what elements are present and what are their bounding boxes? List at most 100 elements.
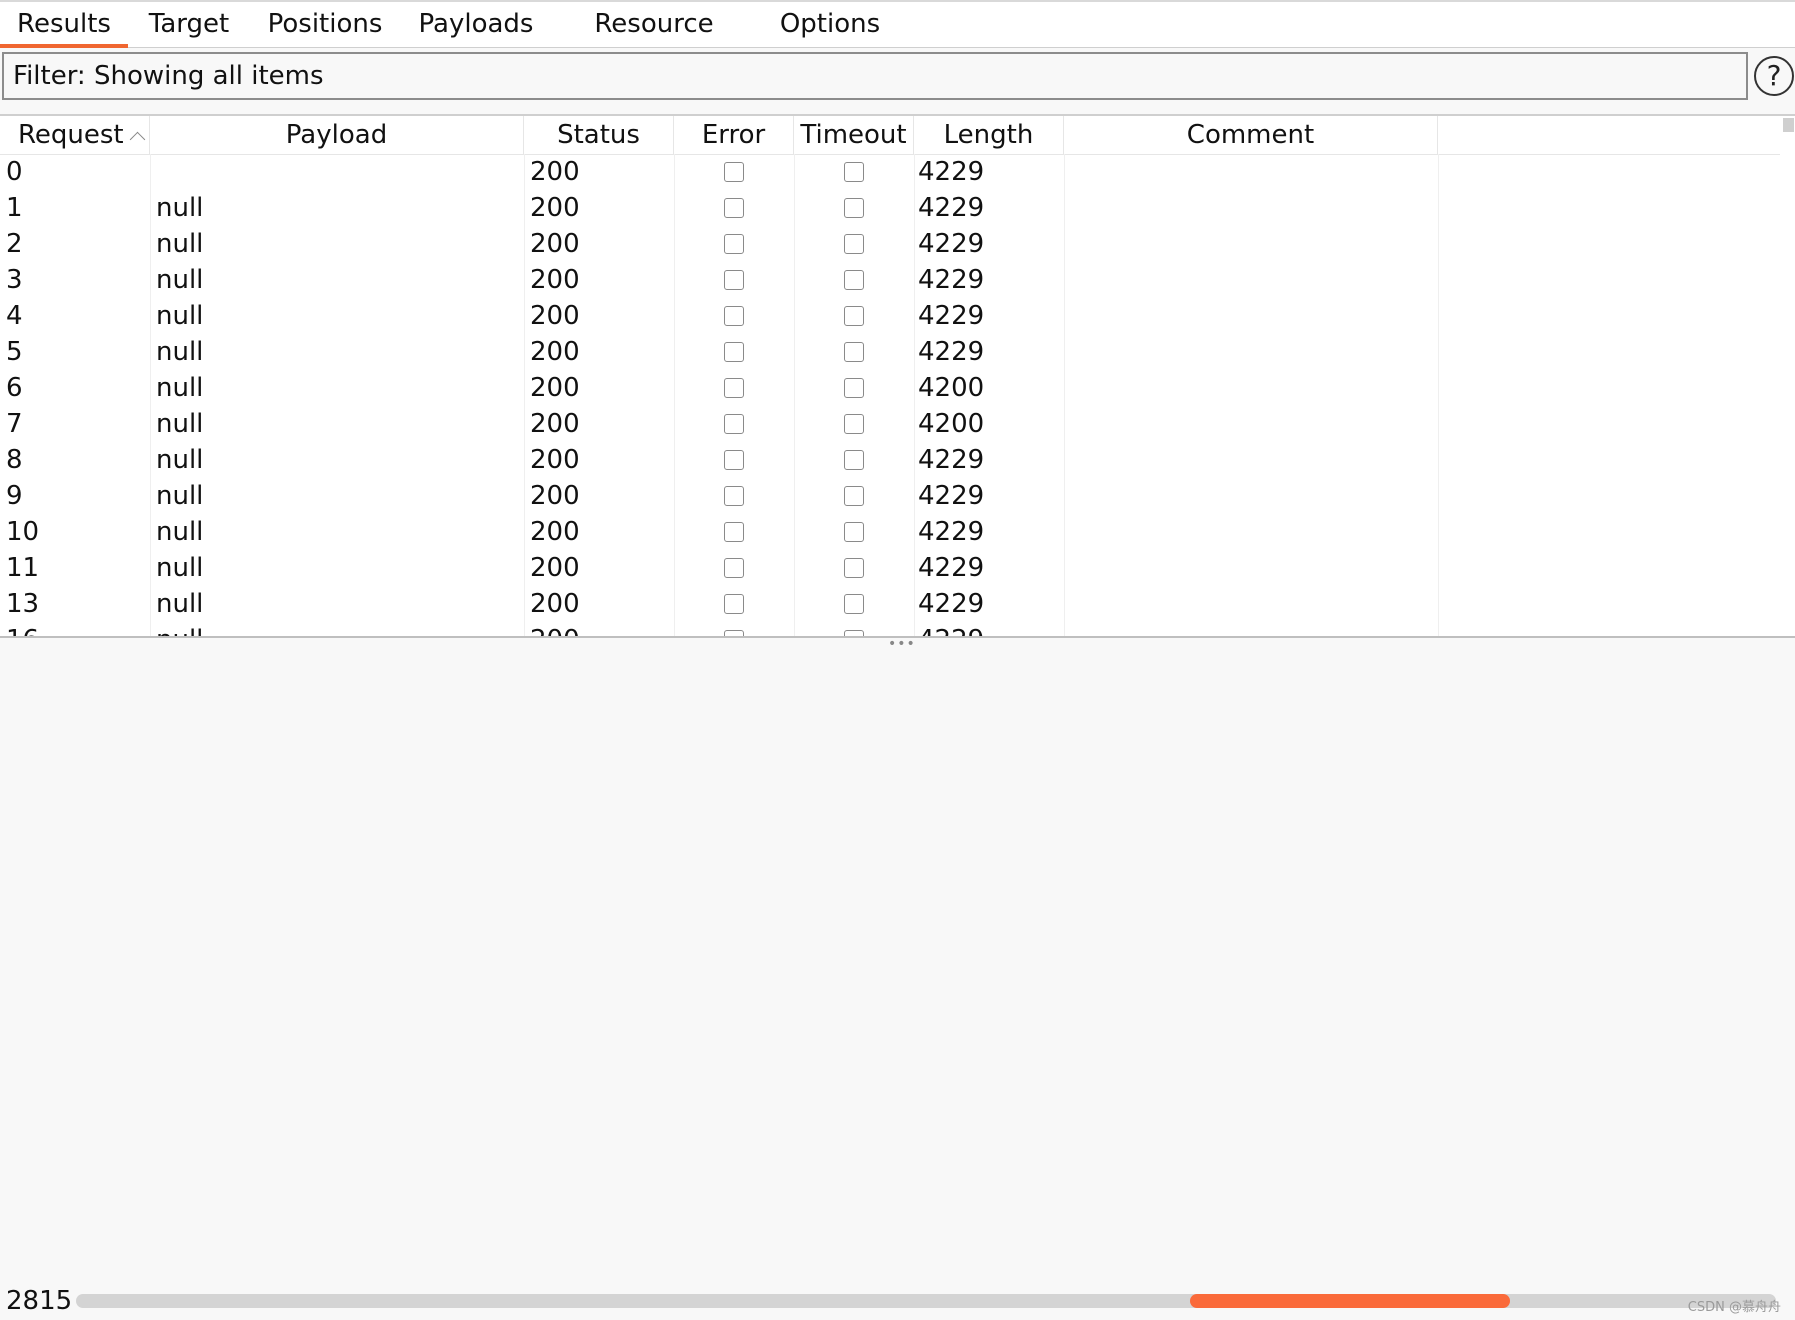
table-row[interactable]: 13 null 200 4229 <box>0 586 1780 622</box>
cell-request: 7 <box>6 409 23 439</box>
table-row[interactable]: 3 null 200 4229 <box>0 262 1780 298</box>
error-checkbox[interactable] <box>724 594 744 614</box>
filter-bar[interactable]: Filter: Showing all items <box>2 52 1748 100</box>
table-row[interactable]: 0 200 4229 <box>0 154 1780 190</box>
timeout-checkbox[interactable] <box>844 234 864 254</box>
cell-length: 4200 <box>918 373 985 403</box>
cell-payload: null <box>156 193 204 223</box>
cell-status: 200 <box>530 301 580 331</box>
vertical-scrollbar[interactable] <box>1782 116 1795 636</box>
cell-length: 4229 <box>918 517 985 547</box>
cell-request: 10 <box>6 517 40 547</box>
sort-ascending-icon <box>129 131 145 148</box>
error-checkbox[interactable] <box>724 162 744 182</box>
timeout-checkbox[interactable] <box>844 414 864 434</box>
cell-length: 4229 <box>918 157 985 187</box>
cell-request: 5 <box>6 337 23 367</box>
error-checkbox[interactable] <box>724 378 744 398</box>
error-checkbox[interactable] <box>724 522 744 542</box>
timeout-checkbox[interactable] <box>844 450 864 470</box>
table-row[interactable]: 5 null 200 4229 <box>0 334 1780 370</box>
timeout-checkbox[interactable] <box>844 594 864 614</box>
cell-request: 16 <box>6 622 39 636</box>
timeout-checkbox[interactable] <box>844 270 864 290</box>
column-header-payload[interactable]: Payload <box>150 116 524 154</box>
table-row[interactable]: 4 null 200 4229 <box>0 298 1780 334</box>
table-row[interactable]: 9 null 200 4229 <box>0 478 1780 514</box>
cell-payload: null <box>156 301 204 331</box>
cell-request: 4 <box>6 301 23 331</box>
cell-request: 8 <box>6 445 23 475</box>
cell-request: 9 <box>6 481 23 511</box>
progress-bar <box>76 1294 1776 1308</box>
table-row[interactable]: 16 null 200 4229 <box>0 622 1780 636</box>
watermark: CSDN @慕舟舟 <box>1687 1300 1781 1315</box>
table-row[interactable]: 7 null 200 4200 <box>0 406 1780 442</box>
cell-status: 200 <box>530 481 580 511</box>
cell-payload: null <box>156 553 204 583</box>
help-icon[interactable]: ? <box>1754 56 1794 96</box>
timeout-checkbox[interactable] <box>844 198 864 218</box>
timeout-checkbox[interactable] <box>844 558 864 578</box>
cell-length: 4229 <box>918 301 985 331</box>
cell-status: 200 <box>530 409 580 439</box>
cell-status: 200 <box>530 553 580 583</box>
column-header-status[interactable]: Status <box>524 116 674 154</box>
tab-target[interactable]: Target <box>140 2 238 48</box>
detail-pane <box>0 646 1795 1286</box>
cell-payload: null <box>156 622 203 636</box>
timeout-checkbox[interactable] <box>844 378 864 398</box>
cell-request: 2 <box>6 229 23 259</box>
tab-payloads[interactable]: Payloads <box>414 2 538 48</box>
error-checkbox[interactable] <box>724 270 744 290</box>
cell-payload: null <box>156 373 204 403</box>
cell-status: 200 <box>530 229 580 259</box>
column-header-timeout[interactable]: Timeout <box>794 116 914 154</box>
cell-payload: null <box>156 409 204 439</box>
cell-status: 200 <box>530 157 580 187</box>
error-checkbox[interactable] <box>724 306 744 326</box>
tab-options[interactable]: Options <box>778 2 882 48</box>
cell-length: 4229 <box>918 622 984 636</box>
error-checkbox[interactable] <box>724 486 744 506</box>
tab-resource-pool[interactable]: Resource Pool <box>566 2 742 83</box>
cell-length: 4229 <box>918 193 985 223</box>
column-header-label: Request <box>18 120 124 150</box>
tab-positions[interactable]: Positions <box>262 2 388 48</box>
table-row[interactable]: 6 null 200 4200 <box>0 370 1780 406</box>
timeout-checkbox[interactable] <box>844 342 864 362</box>
tab-results[interactable]: Results <box>0 2 128 48</box>
cell-status: 200 <box>530 337 580 367</box>
column-header-request[interactable]: Request <box>0 116 150 154</box>
timeout-checkbox[interactable] <box>844 306 864 326</box>
table-row[interactable]: 1 null 200 4229 <box>0 190 1780 226</box>
error-checkbox[interactable] <box>724 198 744 218</box>
column-header-length[interactable]: Length <box>914 116 1064 154</box>
error-checkbox[interactable] <box>724 558 744 578</box>
error-checkbox[interactable] <box>724 414 744 434</box>
cell-length: 4200 <box>918 409 985 439</box>
cell-status: 200 <box>530 445 580 475</box>
cell-payload: null <box>156 445 204 475</box>
scrollbar-thumb[interactable] <box>1783 118 1794 132</box>
table-row[interactable]: 2 null 200 4229 <box>0 226 1780 262</box>
table-row[interactable]: 8 null 200 4229 <box>0 442 1780 478</box>
column-header-error[interactable]: Error <box>674 116 794 154</box>
cell-payload: null <box>156 517 204 547</box>
cell-status: 200 <box>530 589 580 619</box>
cell-payload: null <box>156 265 204 295</box>
cell-request: 0 <box>6 157 23 187</box>
cell-request: 11 <box>6 553 40 583</box>
pane-splitter[interactable]: ••• <box>0 636 1795 651</box>
timeout-checkbox[interactable] <box>844 486 864 506</box>
error-checkbox[interactable] <box>724 234 744 254</box>
table-row[interactable]: 10 null 200 4229 <box>0 514 1780 550</box>
error-checkbox[interactable] <box>724 342 744 362</box>
error-checkbox[interactable] <box>724 450 744 470</box>
table-row[interactable]: 11 null 200 4229 <box>0 550 1780 586</box>
column-header-comment[interactable]: Comment <box>1064 116 1438 154</box>
cell-payload: null <box>156 589 204 619</box>
timeout-checkbox[interactable] <box>844 522 864 542</box>
cell-request: 3 <box>6 265 23 295</box>
timeout-checkbox[interactable] <box>844 162 864 182</box>
